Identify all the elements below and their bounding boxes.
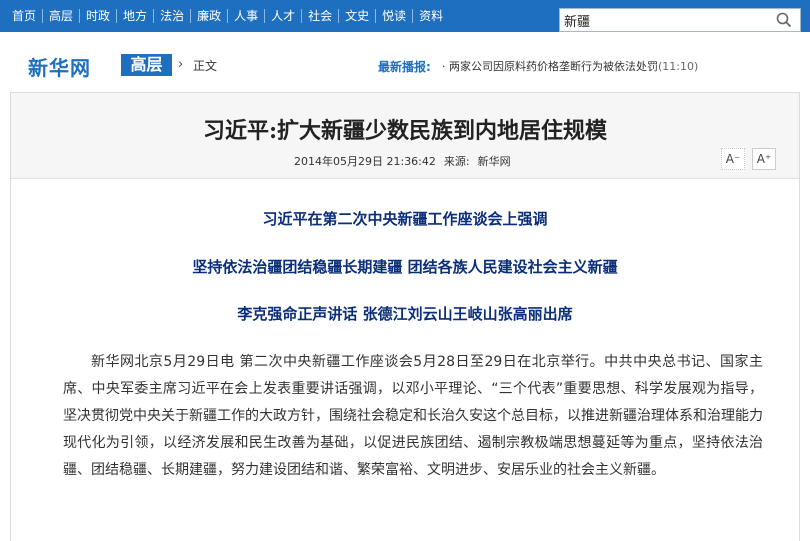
article-header: 习近平:扩大新疆少数民族到内地居住规模 2014年05月29日 21:36:42…: [11, 93, 799, 179]
font-decrease-button[interactable]: A⁻: [721, 148, 745, 170]
article-date: 2014年05月29日 21:36:42: [294, 155, 436, 168]
nav-law[interactable]: 法治: [153, 9, 190, 23]
nav-personnel[interactable]: 人事: [227, 9, 264, 23]
article-subtitle: 坚持依法治疆团结稳疆长期建疆 团结各族人民建设社会主义新疆: [192, 258, 618, 276]
article-subtitle: 李克强命正声讲话 张德江刘云山王岐山张高丽出席: [237, 305, 573, 323]
nav-history[interactable]: 文史: [338, 9, 375, 23]
top-nav-bar: 首页 高层 时政 地方 法治 廉政 人事 人才 社会 文史 悦读 资料: [0, 0, 810, 32]
breadcrumb-current: 正文: [193, 59, 218, 73]
chevron-right-icon: ›: [178, 57, 184, 72]
search-input[interactable]: [560, 10, 770, 30]
latest-news-label: 最新播报:: [378, 60, 431, 74]
article-panel: 习近平:扩大新疆少数民族到内地居住规模 2014年05月29日 21:36:42…: [10, 92, 800, 541]
channel-badge[interactable]: 高层: [121, 54, 172, 76]
font-increase-button[interactable]: A⁺: [752, 148, 776, 170]
nav-home[interactable]: 首页: [0, 9, 42, 23]
nav-data[interactable]: 资料: [412, 9, 449, 23]
nav-society[interactable]: 社会: [301, 9, 338, 23]
article-paragraph: 新华网北京5月29日电 第二次中央新疆工作座谈会5月28日至29日在北京举行。中…: [63, 354, 763, 478]
nav-local[interactable]: 地方: [116, 9, 153, 23]
latest-news-link[interactable]: · 两家公司因原料药价格垄断行为被依法处罚(11:10): [442, 58, 698, 74]
nav-reading[interactable]: 悦读: [375, 9, 412, 23]
search-box: [559, 8, 801, 32]
search-icon[interactable]: [776, 12, 792, 28]
article-source: 新华网: [477, 155, 511, 168]
article-title: 习近平:扩大新疆少数民族到内地居住规模: [202, 118, 608, 144]
nav-politics[interactable]: 时政: [79, 9, 116, 23]
latest-news-time: (11:10): [658, 60, 699, 73]
nav-leaders[interactable]: 高层: [42, 9, 79, 23]
nav-talent[interactable]: 人才: [264, 9, 301, 23]
source-label: 来源:: [443, 155, 470, 168]
site-logo[interactable]: 新华网: [28, 52, 91, 81]
channel-nav: 首页 高层 时政 地方 法治 廉政 人事 人才 社会 文史 悦读 资料: [0, 0, 449, 32]
article-subtitle: 习近平在第二次中央新疆工作座谈会上强调: [262, 210, 548, 228]
latest-news-text: · 两家公司因原料药价格垄断行为被依法处罚: [442, 60, 658, 73]
article-meta: 2014年05月29日 21:36:42 来源: 新华网: [294, 153, 519, 169]
nav-anticorruption[interactable]: 廉政: [190, 9, 227, 23]
